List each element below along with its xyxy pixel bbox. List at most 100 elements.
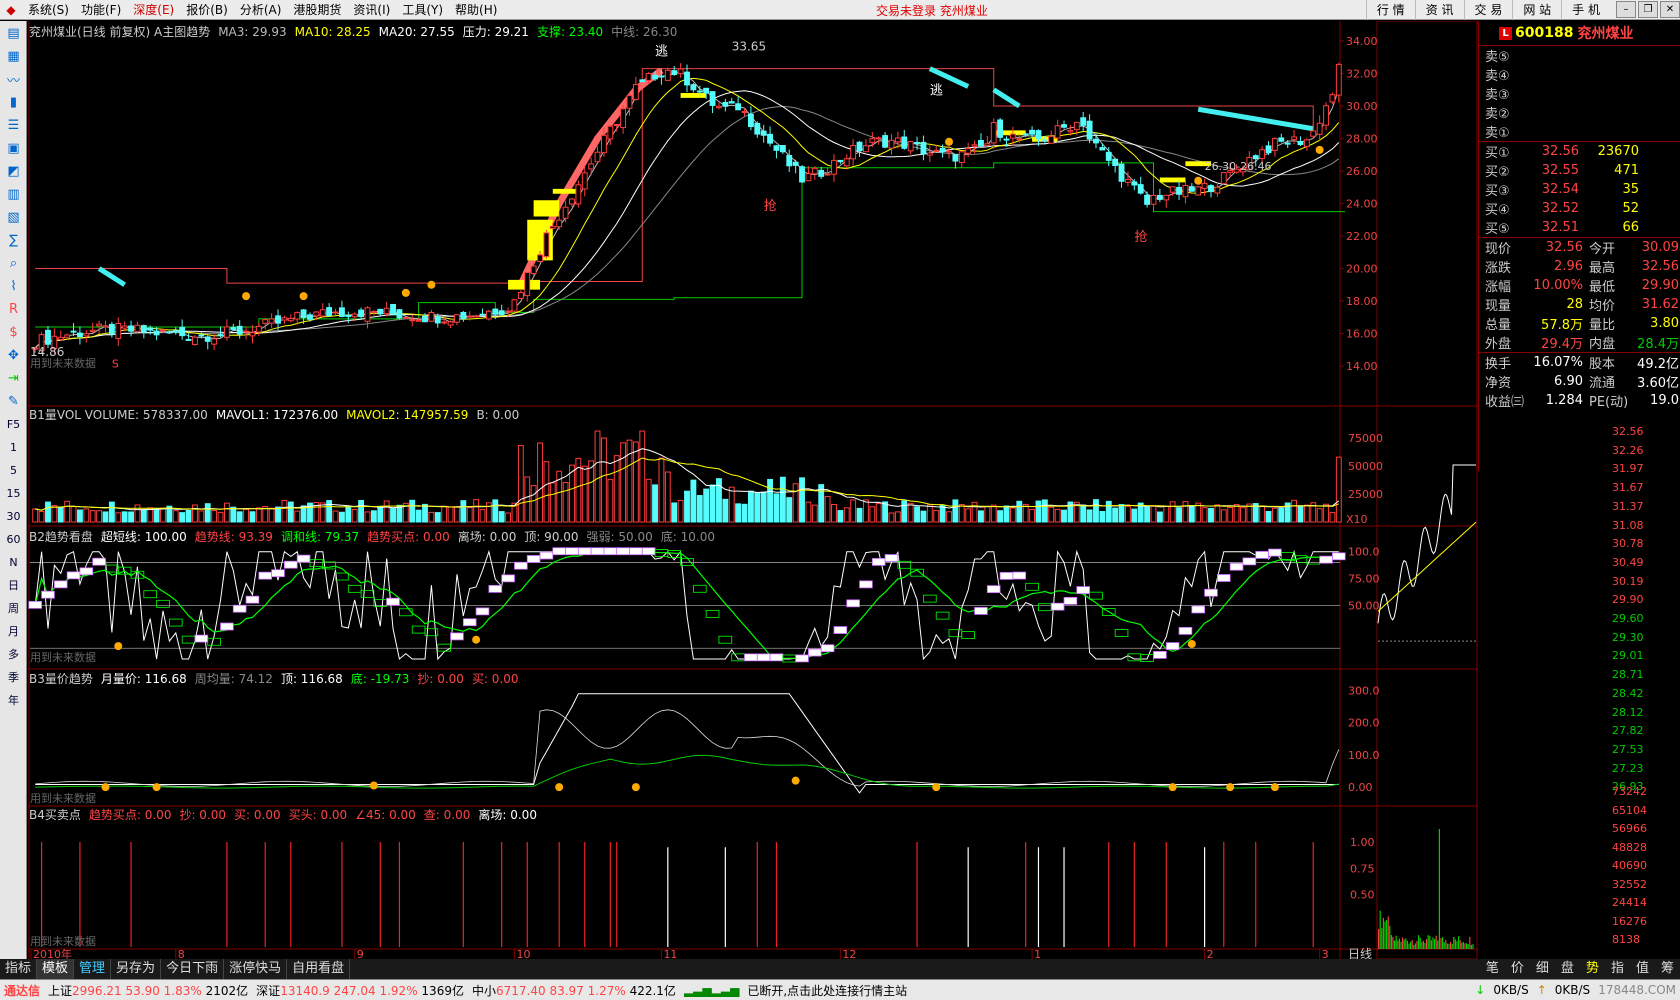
stat-row-cell-2: 量比 — [1589, 318, 1616, 333]
future-data-note: 用到未来数据 — [30, 356, 96, 370]
tab-website[interactable]: 网 站 — [1512, 0, 1561, 20]
calendar-icon[interactable]: ▥ — [1, 183, 26, 205]
f12-icon[interactable]: ▧ — [1, 206, 26, 228]
menu-help[interactable]: 帮助(H) — [449, 1, 503, 18]
period-week[interactable]: 周 — [1, 597, 26, 619]
tab-self-watch[interactable]: 自用看盘 — [287, 959, 351, 979]
menu-analysis[interactable]: 分析(A) — [234, 1, 288, 18]
period-month[interactable]: 月 — [1, 620, 26, 642]
tab-book[interactable]: 盘 — [1555, 959, 1580, 979]
trend-step — [641, 547, 656, 556]
period-30min[interactable]: 30 — [1, 505, 26, 527]
intraday-volume-bar — [1466, 943, 1468, 949]
volume-bar — [875, 503, 882, 523]
tab-price[interactable]: 价 — [1505, 959, 1530, 979]
tab-manage[interactable]: 管理 — [74, 959, 112, 979]
candle-body — [140, 325, 147, 333]
dollar-icon[interactable]: $ — [1, 321, 26, 343]
volume-bar — [894, 511, 901, 523]
tab-news[interactable]: 资 讯 — [1414, 0, 1464, 20]
kline-icon[interactable]: ▮ — [1, 91, 26, 113]
sh-index[interactable]: 上证2996.21 53.90 1.83% 2102亿 — [44, 982, 252, 999]
volume-bar — [441, 505, 448, 523]
tab-trend[interactable]: 势 — [1580, 959, 1605, 979]
move-icon[interactable]: ✥ — [1, 344, 26, 366]
close-button[interactable]: ✕ — [1660, 1, 1680, 18]
fund-row: 收益㈢ 1.284 PE(动) 19.0 — [1479, 391, 1680, 410]
menu-quote[interactable]: 报价(B) — [180, 1, 234, 18]
zx-index[interactable]: 中小6717.40 83.97 1.27% 422.1亿 — [468, 982, 680, 999]
volume-bar — [626, 439, 633, 523]
trend-step — [92, 557, 106, 566]
intraday-volume-bar — [1427, 935, 1429, 949]
period-f5[interactable]: F5 — [1, 413, 26, 435]
tab-index[interactable]: 指 — [1605, 959, 1630, 979]
export-icon[interactable]: ⇥ — [1, 367, 26, 389]
period-60min[interactable]: 60 — [1, 528, 26, 550]
period-multi[interactable]: 多 — [1, 643, 26, 665]
connect-message[interactable]: 已断开,点击此处连接行情主站 — [743, 982, 911, 999]
f10-icon[interactable]: ▣ — [1, 137, 26, 159]
candle-body — [415, 319, 422, 322]
signal-ball — [427, 280, 436, 289]
menu-hk-futures[interactable]: 港股期货 — [287, 1, 347, 18]
quote-list-icon[interactable]: ▤ — [1, 22, 26, 44]
table-icon[interactable]: ☰ — [1, 114, 26, 136]
sh-amt: 2102亿 — [205, 983, 249, 998]
intraday-volume-bar — [1453, 936, 1455, 949]
pt-signal-ball — [791, 776, 800, 785]
menu-info[interactable]: 资讯(I) — [347, 1, 396, 18]
candle-body — [1310, 130, 1317, 137]
period-year[interactable]: 年 — [1, 689, 26, 711]
volume-bar — [926, 504, 933, 523]
intraday-volume-bar — [1379, 910, 1381, 949]
tab-value[interactable]: 值 — [1630, 959, 1655, 979]
tab-detail[interactable]: 细 — [1530, 959, 1555, 979]
tab-mobile[interactable]: 手 机 — [1561, 0, 1610, 20]
restore-button[interactable]: ❐ — [1638, 1, 1658, 18]
candle-body — [332, 311, 339, 314]
candle-body — [1124, 178, 1131, 183]
tab-market[interactable]: 行 情 — [1365, 0, 1415, 20]
trend-step — [1089, 591, 1103, 600]
menu-system[interactable]: 系统(S) — [22, 1, 75, 18]
tab-template[interactable]: 模板 — [37, 959, 75, 979]
intraday-volume-bar — [1459, 940, 1461, 949]
volume-bar — [600, 437, 607, 523]
intraday-volume-bar — [1469, 936, 1471, 949]
tab-ticks[interactable]: 笔 — [1480, 959, 1505, 979]
period-day[interactable]: 日 — [1, 574, 26, 596]
period-5min[interactable]: 5 — [1, 459, 26, 481]
volume-bar — [1169, 501, 1176, 523]
volume-bar — [115, 512, 122, 523]
tab-limit-up[interactable]: 涨停快马 — [224, 959, 288, 979]
sz-index[interactable]: 深证13140.9 247.04 1.92% 1369亿 — [252, 982, 468, 999]
search-icon[interactable]: ⌕ — [1, 252, 26, 274]
tab-chips[interactable]: 筹 — [1655, 959, 1680, 979]
rsi-icon[interactable]: R — [1, 298, 26, 320]
menu-depth[interactable]: 深度(E) — [127, 1, 180, 18]
menu-function[interactable]: 功能(F) — [75, 1, 127, 18]
trend-icon[interactable]: ⌇ — [1, 275, 26, 297]
period-1min[interactable]: 1 — [1, 436, 26, 458]
minimize-button[interactable]: – — [1616, 1, 1636, 18]
volume-bar — [275, 506, 281, 523]
formula-icon[interactable]: ∑ — [1, 229, 26, 251]
tab-save-as[interactable]: 另存为 — [111, 959, 162, 979]
line-chart-icon[interactable]: 〰 — [1, 68, 26, 90]
grid-icon[interactable]: ▦ — [1, 45, 26, 67]
x-axis-label: 1 — [1034, 948, 1041, 959]
volume-bar — [862, 499, 869, 523]
period-quarter[interactable]: 季 — [1, 666, 26, 688]
tab-trade[interactable]: 交 易 — [1463, 0, 1513, 20]
volume-bar — [179, 512, 186, 523]
tab-indicator[interactable]: 指标 — [0, 959, 38, 979]
volume-bar — [1271, 507, 1278, 523]
tab-rain[interactable]: 今日下雨 — [161, 959, 225, 979]
pencil-icon[interactable]: ✎ — [1, 390, 26, 412]
chart-icon[interactable]: ◩ — [1, 160, 26, 182]
menu-tools[interactable]: 工具(Y) — [396, 1, 449, 18]
volume-bar — [236, 511, 243, 523]
period-15min[interactable]: 15 — [1, 482, 26, 504]
period-n[interactable]: N — [1, 551, 26, 573]
